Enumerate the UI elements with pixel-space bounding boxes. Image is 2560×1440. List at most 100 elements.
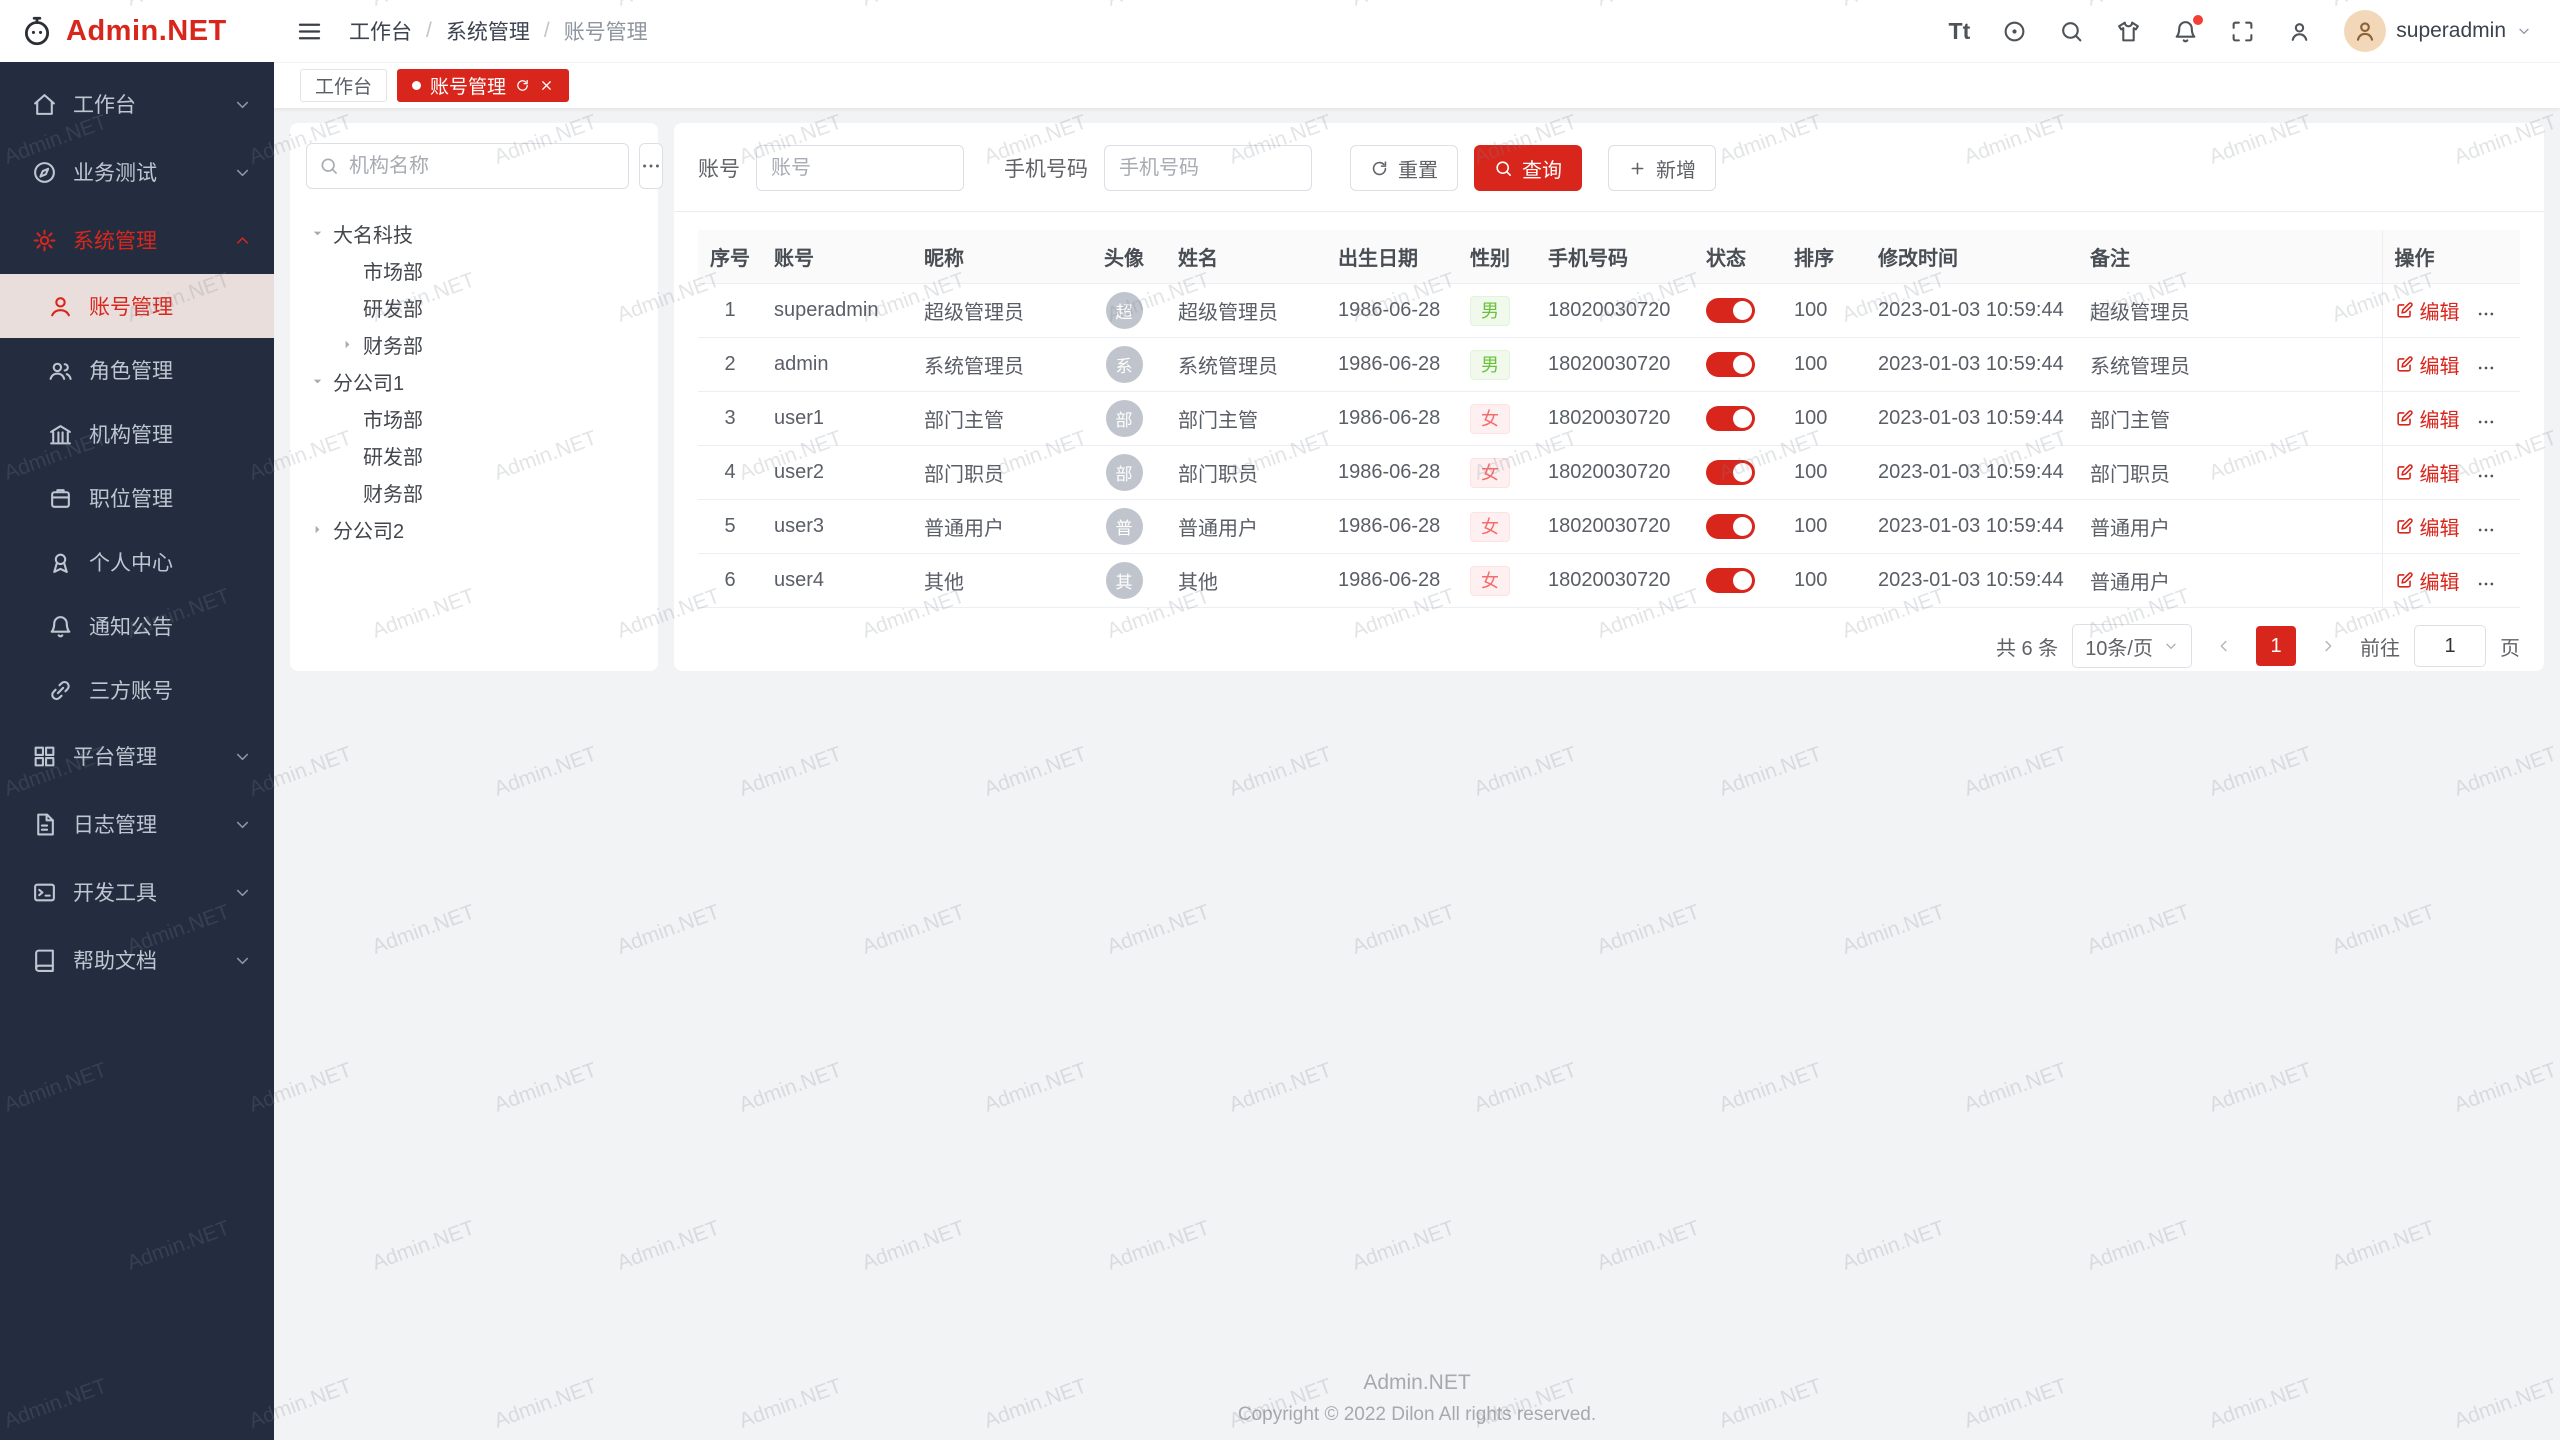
- edit-button[interactable]: 编辑: [2395, 512, 2460, 541]
- breadcrumb-item[interactable]: 工作台: [349, 16, 412, 46]
- row-more-button[interactable]: [2476, 574, 2496, 594]
- sidebar-item-notice-announcement[interactable]: 通知公告: [0, 594, 274, 658]
- fullscreen-button[interactable]: [2230, 19, 2255, 44]
- tree-node[interactable]: 分公司2: [306, 511, 642, 548]
- status-toggle[interactable]: [1706, 406, 1755, 431]
- current-page-button[interactable]: 1: [2256, 626, 2296, 666]
- dots-icon: [2476, 574, 2496, 594]
- row-more-button[interactable]: [2476, 520, 2496, 540]
- tab-refresh-button[interactable]: [515, 78, 530, 93]
- edit-button[interactable]: 编辑: [2395, 404, 2460, 433]
- page-size-value: 10条/页: [2085, 632, 2153, 661]
- row-avatar: 其: [1106, 562, 1143, 599]
- tab-close-button[interactable]: [539, 78, 554, 93]
- tab-account-management[interactable]: 账号管理: [397, 69, 569, 102]
- sidebar-item-personal-center[interactable]: 个人中心: [0, 530, 274, 594]
- pagination: 共 6 条 10条/页 1 前往 页: [698, 624, 2520, 668]
- top-header: 工作台/系统管理/账号管理 Tt superadmin: [274, 0, 2560, 62]
- tree-node[interactable]: 分公司1: [306, 363, 642, 400]
- tab-workbench[interactable]: 工作台: [300, 69, 387, 102]
- status-toggle[interactable]: [1706, 514, 1755, 539]
- org-search-icon-wrap: [319, 156, 339, 176]
- accounts-table: 序号账号昵称头像姓名出生日期性别手机号码状态排序修改时间备注操作 1 super…: [698, 230, 2520, 608]
- docs-icon: [32, 948, 57, 973]
- sidebar-item-system-management[interactable]: 系统管理: [0, 206, 274, 274]
- sidebar-item-workbench[interactable]: 工作台: [0, 70, 274, 138]
- tree-node[interactable]: 市场部: [306, 400, 642, 437]
- row-more-button[interactable]: [2476, 358, 2496, 378]
- goto-page-input[interactable]: [2414, 625, 2486, 667]
- breadcrumb-item[interactable]: 账号管理: [564, 16, 648, 46]
- row-avatar: 系: [1106, 346, 1143, 383]
- sidebar-item-help-docs[interactable]: 帮助文档: [0, 926, 274, 994]
- content-area: 大名科技市场部研发部财务部分公司1市场部研发部财务部分公司2 账号 手机号码 重…: [274, 107, 2560, 1440]
- status-toggle[interactable]: [1706, 460, 1755, 485]
- username: superadmin: [2396, 19, 2506, 43]
- bell-icon: [48, 614, 73, 639]
- sidebar-item-position-management[interactable]: 职位管理: [0, 466, 274, 530]
- profile-icon: [48, 550, 73, 575]
- app-logo[interactable]: Admin.NET: [0, 0, 274, 62]
- tree-node[interactable]: 财务部: [306, 474, 642, 511]
- account-filter-input[interactable]: [756, 145, 964, 191]
- cell-account: user1: [762, 392, 912, 446]
- accounts-panel: 账号 手机号码 重置 查询 新增 序号账号昵称头像姓名出生日期性别手机号码状态排…: [674, 123, 2544, 671]
- locale-button[interactable]: [2002, 19, 2027, 44]
- cell-remark: 部门职员: [2078, 446, 2382, 500]
- user-avatar: [2344, 10, 2386, 52]
- cell-actions: 编辑: [2382, 284, 2520, 338]
- tree-node[interactable]: 研发部: [306, 289, 642, 326]
- font-size-button[interactable]: Tt: [1949, 18, 1971, 45]
- sidebar-item-business-test[interactable]: 业务测试: [0, 138, 274, 206]
- edit-button[interactable]: 编辑: [2395, 350, 2460, 379]
- next-page-button[interactable]: [2310, 627, 2346, 665]
- account-filter-label: 账号: [698, 153, 740, 183]
- sidebar-item-org-management[interactable]: 机构管理: [0, 402, 274, 466]
- edit-button[interactable]: 编辑: [2395, 566, 2460, 595]
- cell-phone: 18020030720: [1536, 284, 1694, 338]
- user-menu[interactable]: superadmin: [2344, 10, 2532, 52]
- status-toggle[interactable]: [1706, 298, 1755, 323]
- sidebar-item-third-party-account[interactable]: 三方账号: [0, 658, 274, 722]
- dots-icon: [2476, 466, 2496, 486]
- cell-index: 1: [698, 284, 762, 338]
- row-more-button[interactable]: [2476, 412, 2496, 432]
- breadcrumb-item[interactable]: 系统管理: [446, 16, 530, 46]
- header-search-button[interactable]: [2059, 19, 2084, 44]
- page-footer: Admin.NET Copyright © 2022 Dilon All rig…: [274, 1371, 2560, 1426]
- sidebar-item-role-management[interactable]: 角色管理: [0, 338, 274, 402]
- status-toggle[interactable]: [1706, 568, 1755, 593]
- status-toggle[interactable]: [1706, 352, 1755, 377]
- tree-node[interactable]: 大名科技: [306, 215, 642, 252]
- sidebar-item-account-management[interactable]: 账号管理: [0, 274, 274, 338]
- profile-settings-button[interactable]: [2287, 19, 2312, 44]
- prev-page-button[interactable]: [2206, 627, 2242, 665]
- edit-icon: [2395, 409, 2414, 428]
- edit-button[interactable]: 编辑: [2395, 458, 2460, 487]
- sidebar-item-dev-tools[interactable]: 开发工具: [0, 858, 274, 926]
- collapse-menu-button[interactable]: [296, 18, 323, 45]
- tree-node[interactable]: 研发部: [306, 437, 642, 474]
- reset-button[interactable]: 重置: [1350, 145, 1458, 191]
- cell-order: 100: [1782, 338, 1866, 392]
- theme-button[interactable]: [2116, 19, 2141, 44]
- row-more-button[interactable]: [2476, 466, 2496, 486]
- caret-right-icon: [310, 522, 325, 537]
- notifications-button[interactable]: [2173, 19, 2198, 44]
- phone-filter-input[interactable]: [1104, 145, 1312, 191]
- cell-account: user2: [762, 446, 912, 500]
- org-search-input[interactable]: [347, 154, 616, 179]
- edit-button[interactable]: 编辑: [2395, 296, 2460, 325]
- tree-node[interactable]: 市场部: [306, 252, 642, 289]
- query-button[interactable]: 查询: [1474, 145, 1582, 191]
- row-more-button[interactable]: [2476, 304, 2496, 324]
- sidebar-item-platform-management[interactable]: 平台管理: [0, 722, 274, 790]
- sidebar-item-label: 开发工具: [73, 877, 233, 907]
- page-size-select[interactable]: 10条/页: [2072, 624, 2192, 668]
- tree-node[interactable]: 财务部: [306, 326, 642, 363]
- sidebar-item-log-management[interactable]: 日志管理: [0, 790, 274, 858]
- org-more-button[interactable]: [639, 143, 663, 189]
- gender-tag: 女: [1470, 404, 1510, 434]
- add-button[interactable]: 新增: [1608, 145, 1716, 191]
- chevron-down-icon: [2516, 23, 2532, 39]
